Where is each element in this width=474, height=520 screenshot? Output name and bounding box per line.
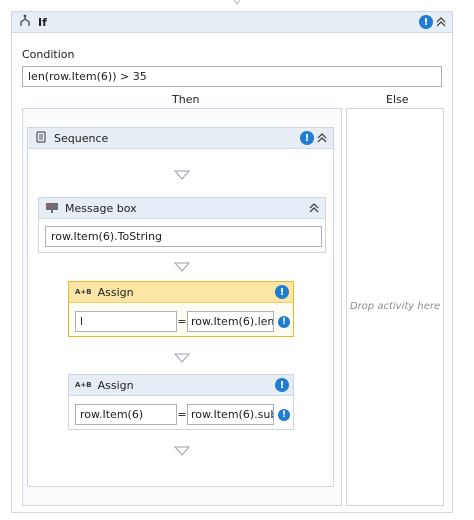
info-icon[interactable]: ! (278, 315, 290, 328)
sequence-activity[interactable]: Sequence ! Message box row.Item(6).ToStr… (27, 127, 334, 487)
sequence-icon (34, 130, 48, 147)
sequence-title: Sequence (54, 131, 109, 145)
message-box-header[interactable]: Message box (39, 198, 325, 219)
equals-sign: = (177, 315, 187, 328)
drop-target-arrow[interactable] (173, 353, 191, 363)
drop-target-arrow[interactable] (173, 170, 191, 180)
info-icon[interactable]: ! (275, 378, 289, 392)
info-icon[interactable]: ! (278, 408, 290, 421)
message-box-title: Message box (65, 201, 137, 215)
message-box-activity[interactable]: Message box row.Item(6).ToString (38, 197, 326, 253)
assign-value-input[interactable]: row.Item(6).len( (187, 311, 274, 332)
assign-to-input[interactable]: row.Item(6) (75, 404, 177, 425)
assign-icon: A+B (75, 288, 92, 296)
else-label: Else (386, 93, 409, 106)
condition-input[interactable]: len(row.Item(6)) > 35 (22, 66, 442, 87)
message-text-input[interactable]: row.Item(6).ToString (45, 226, 322, 247)
sequence-header[interactable]: Sequence ! (28, 128, 333, 149)
assign-value-input[interactable]: row.Item(6).sub (187, 404, 274, 425)
drop-target-arrow[interactable] (173, 262, 191, 272)
message-box-icon (45, 201, 59, 216)
collapse-icon[interactable] (434, 15, 448, 29)
if-title: If (38, 15, 47, 29)
else-branch[interactable]: Drop activity here (346, 108, 444, 506)
collapse-icon[interactable] (307, 201, 321, 215)
if-branch-icon (18, 14, 32, 31)
condition-label: Condition (22, 48, 75, 61)
assign-title: Assign (97, 378, 134, 392)
then-branch[interactable]: Sequence ! Message box row.Item(6).ToStr… (22, 108, 342, 506)
assign-activity-2[interactable]: A+B Assign ! row.Item(6) = row.Item(6).s… (68, 374, 294, 430)
info-icon[interactable]: ! (419, 15, 433, 29)
if-header[interactable]: If ! (12, 12, 452, 33)
info-icon[interactable]: ! (275, 285, 289, 299)
top-connector-arrow (234, 0, 240, 6)
assign-icon: A+B (75, 381, 92, 389)
info-icon[interactable]: ! (300, 131, 314, 145)
if-activity[interactable]: If ! Condition len(row.Item(6)) > 35 The… (11, 11, 453, 513)
assign-header[interactable]: A+B Assign ! (69, 375, 293, 396)
equals-sign: = (177, 408, 187, 421)
then-label: Then (172, 93, 200, 106)
collapse-icon[interactable] (315, 131, 329, 145)
assign-activity-1[interactable]: A+B Assign ! l = row.Item(6).len( ! (68, 281, 294, 337)
drop-target-arrow[interactable] (173, 446, 191, 456)
assign-title: Assign (97, 285, 134, 299)
assign-header[interactable]: A+B Assign ! (69, 282, 293, 303)
assign-to-input[interactable]: l (75, 311, 177, 332)
drop-activity-placeholder: Drop activity here (349, 301, 441, 312)
